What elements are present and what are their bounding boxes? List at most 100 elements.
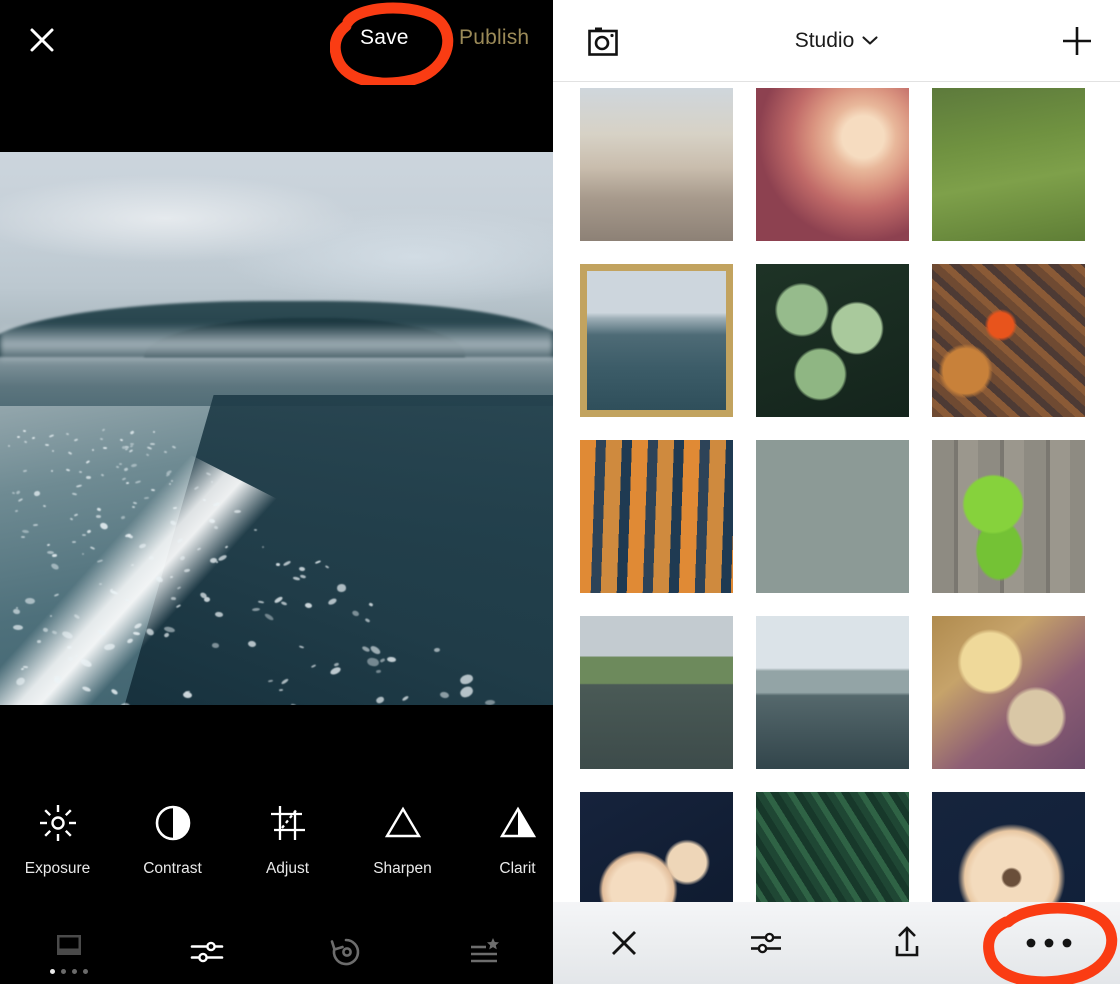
- thumbnail-rusted-metal-orange[interactable]: [932, 264, 1085, 417]
- more-dots-icon: [1026, 938, 1072, 948]
- sun-exposure-icon: [37, 800, 79, 846]
- thumbnail-beach-child-red-raincoat[interactable]: [580, 88, 733, 241]
- studio-panel: Studio: [553, 0, 1120, 984]
- thumbnail-image: [580, 88, 733, 241]
- tool-label: Exposure: [24, 860, 91, 877]
- photo-foam-speck: [102, 446, 108, 449]
- studio-more-button[interactable]: [978, 902, 1120, 984]
- photo-foam-speck: [130, 442, 135, 445]
- photo-foam-speck: [211, 642, 220, 649]
- photo-foam-speck: [25, 597, 36, 605]
- tool-label: Sharpen: [373, 860, 432, 877]
- studio-thumbnail-grid: [553, 81, 1120, 984]
- tool-clarity[interactable]: Clarit: [460, 800, 553, 878]
- library-page-dots: [50, 969, 89, 974]
- photo-foam-speck: [98, 582, 103, 585]
- thumbnail-mossy-brick-wall[interactable]: [756, 440, 909, 593]
- triangle-split-clarity-icon: [497, 800, 539, 846]
- close-icon: [30, 28, 54, 52]
- add-media-button[interactable]: [1056, 20, 1098, 62]
- chevron-down-icon: [862, 36, 878, 45]
- publish-button[interactable]: Publish: [459, 26, 529, 50]
- photo-foam-speck: [81, 534, 86, 537]
- photo-foam-speck: [433, 647, 440, 653]
- thumbnail-image: [932, 264, 1085, 417]
- tab-presets[interactable]: [415, 920, 553, 984]
- undo-revert-icon: [330, 938, 359, 966]
- crop-adjust-icon: [268, 800, 308, 846]
- photo-foam-speck: [202, 498, 206, 502]
- photo-foam-speck: [42, 504, 46, 507]
- edited-photo-canvas[interactable]: [0, 152, 553, 705]
- save-button[interactable]: Save: [360, 26, 409, 50]
- thumbnail-image: [587, 271, 726, 410]
- share-upload-icon: [896, 926, 919, 957]
- tool-contrast[interactable]: Contrast: [115, 800, 230, 878]
- thumbnail-misty-shoreline-selected[interactable]: [580, 264, 733, 417]
- photo-library-icon: [57, 935, 82, 955]
- photo-mist: [0, 323, 553, 363]
- tool-adjust[interactable]: Adjust: [230, 800, 345, 878]
- photo-foam-speck: [152, 430, 156, 434]
- list-star-icon: [470, 938, 499, 963]
- photo-foam-speck: [169, 575, 173, 578]
- camera-button[interactable]: [583, 21, 623, 61]
- photo-foam-speck: [66, 645, 73, 649]
- photo-foam-speck: [15, 606, 19, 609]
- tab-library[interactable]: [0, 920, 138, 984]
- editor-bottom-area: Exposure Contrast Adjust Sharpen Clarit: [0, 705, 553, 984]
- camera-icon: [588, 27, 618, 56]
- thumbnail-image: [756, 440, 909, 593]
- thumbnail-peach-roses-closeup[interactable]: [756, 88, 909, 241]
- studio-title-dropdown[interactable]: Studio: [553, 0, 1120, 81]
- thumbnail-image: [756, 264, 909, 417]
- sliders-icon: [191, 941, 224, 963]
- thumbnail-image: [932, 88, 1085, 241]
- photo-foam-speck: [170, 479, 174, 483]
- studio-edit-button[interactable]: [695, 902, 837, 984]
- thumbnail-toddler-on-grass[interactable]: [932, 88, 1085, 241]
- thumbnail-image: [756, 616, 909, 769]
- thumbnail-peeling-paint-wood[interactable]: [580, 440, 733, 593]
- thumbnail-ivy-leaf-on-fence[interactable]: [932, 440, 1085, 593]
- sliders-icon: [750, 932, 781, 954]
- thumbnail-image: [932, 616, 1085, 769]
- studio-deselect-button[interactable]: [553, 902, 695, 984]
- tool-label: Adjust: [265, 860, 310, 877]
- photo-foam-speck: [163, 450, 168, 454]
- tool-sharpen[interactable]: Sharpen: [345, 800, 460, 878]
- editor-tool-strip: Exposure Contrast Adjust Sharpen Clarit: [0, 800, 553, 905]
- editor-panel: Save Publish Exposure Contrast Adjust Sh…: [0, 0, 553, 984]
- tab-revert[interactable]: [277, 920, 415, 984]
- tool-exposure[interactable]: Exposure: [0, 800, 115, 878]
- tab-edit[interactable]: [138, 920, 276, 984]
- thumbnail-country-road-green[interactable]: [580, 616, 733, 769]
- close-icon: [611, 931, 636, 955]
- plus-icon: [1063, 27, 1091, 55]
- thumbnail-image: [580, 440, 733, 593]
- vsco-app-screen: Save Publish Exposure Contrast Adjust Sh…: [0, 0, 1120, 984]
- thumbnail-green-leaves-dark[interactable]: [756, 264, 909, 417]
- photo-foam-speck: [375, 669, 381, 673]
- close-editor-button[interactable]: [22, 20, 62, 60]
- tool-label: Contrast: [143, 860, 202, 877]
- photo-foam-speck: [121, 445, 127, 449]
- thumbnail-image: [580, 616, 733, 769]
- studio-export-button[interactable]: [837, 902, 979, 984]
- thumbnail-image: [756, 88, 909, 241]
- contrast-circle-icon: [153, 800, 193, 846]
- editor-tab-bar: [0, 920, 553, 984]
- photo-foam-speck: [150, 488, 155, 491]
- triangle-sharpen-icon: [382, 800, 424, 846]
- thumbnail-road-through-windshield[interactable]: [756, 616, 909, 769]
- studio-title-label[interactable]: Studio: [795, 29, 855, 53]
- thumbnail-autumn-leaf-macro[interactable]: [932, 616, 1085, 769]
- studio-bottom-toolbar: [553, 902, 1120, 984]
- tool-label: Clarit: [499, 860, 536, 877]
- editor-top-bar: Save Publish: [0, 0, 553, 152]
- studio-header: Studio: [553, 0, 1120, 82]
- thumbnail-image: [932, 440, 1085, 593]
- photo-cloud: [221, 207, 553, 307]
- photo-foam-speck: [85, 475, 91, 480]
- photo-foam-speck: [22, 469, 27, 473]
